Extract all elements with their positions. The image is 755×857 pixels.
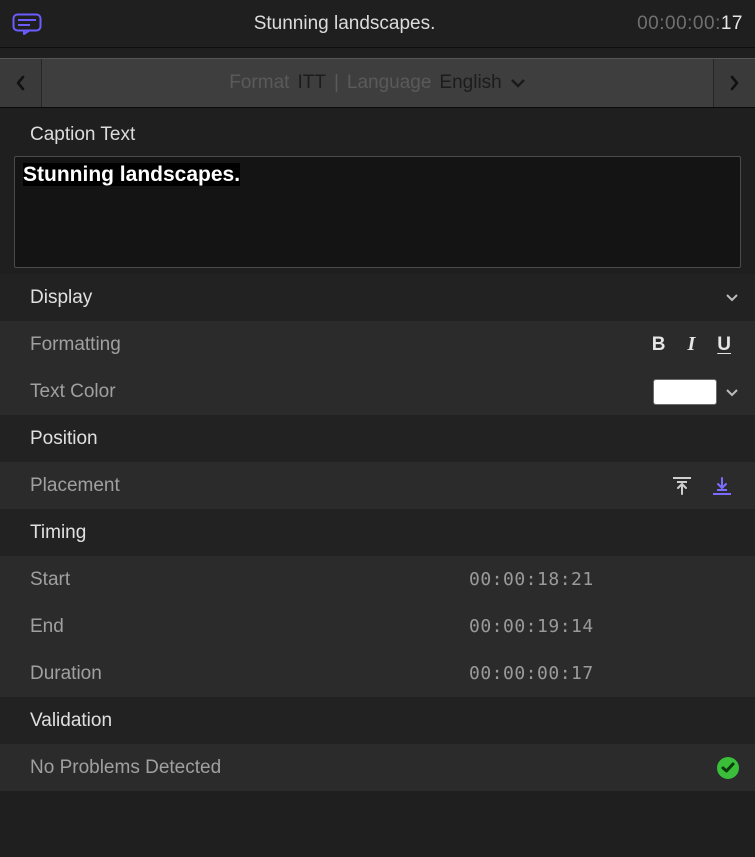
next-caption-button[interactable] <box>713 59 755 107</box>
inspector-header: Stunning landscapes. 00:00:00:17 <box>0 0 755 48</box>
prev-caption-button[interactable] <box>0 59 42 107</box>
italic-button[interactable]: I <box>687 333 695 356</box>
start-timecode-input[interactable] <box>459 564 739 596</box>
timecode-frames: 17 <box>721 13 743 34</box>
text-color-row: Text Color <box>0 368 755 415</box>
formatting-label: Formatting <box>30 334 121 356</box>
language-label: Language <box>347 72 432 94</box>
placement-top-button[interactable] <box>671 476 693 496</box>
start-label: Start <box>30 569 70 591</box>
validation-label: Validation <box>30 710 112 732</box>
duration-timecode-input[interactable] <box>459 658 739 690</box>
text-color-swatch[interactable] <box>653 379 717 405</box>
timing-start-row: Start <box>0 556 755 603</box>
end-label: End <box>30 616 64 638</box>
format-language-dropdown[interactable]: Format ITT | Language English <box>42 59 713 107</box>
validation-section-header: Validation <box>0 697 755 744</box>
language-value: English <box>439 72 501 94</box>
position-label: Position <box>30 428 98 450</box>
timing-label: Timing <box>30 522 86 544</box>
timecode-prefix: 00:00:00: <box>637 13 721 34</box>
text-color-dropdown[interactable] <box>725 381 739 403</box>
validation-ok-icon <box>717 757 739 779</box>
timing-end-row: End <box>0 603 755 650</box>
caption-text-label: Caption Text <box>0 108 755 156</box>
chevron-down-icon <box>510 78 526 88</box>
chevron-down-icon <box>725 293 739 302</box>
display-label: Display <box>30 287 92 309</box>
placement-bottom-button[interactable] <box>711 476 733 496</box>
chevron-down-icon <box>725 388 739 397</box>
timing-section-header: Timing <box>0 509 755 556</box>
text-color-label: Text Color <box>30 381 116 403</box>
validation-status-row: No Problems Detected <box>0 744 755 791</box>
end-timecode-input[interactable] <box>459 611 739 643</box>
placement-row: Placement <box>0 462 755 509</box>
position-section-header: Position <box>0 415 755 462</box>
format-value: ITT <box>297 72 326 94</box>
format-label: Format <box>229 72 289 94</box>
caption-mode-icon[interactable] <box>12 13 52 35</box>
bold-button[interactable]: B <box>652 334 666 356</box>
placement-label: Placement <box>30 475 120 497</box>
underline-button[interactable]: U <box>717 334 731 356</box>
caption-title: Stunning landscapes. <box>52 13 637 35</box>
current-timecode: 00:00:00:17 <box>637 12 743 35</box>
display-section-toggle[interactable]: Display <box>0 274 755 321</box>
caption-nav-bar: Format ITT | Language English <box>0 58 755 108</box>
duration-label: Duration <box>30 663 102 685</box>
formatting-row: Formatting B I U <box>0 321 755 368</box>
timing-duration-row: Duration <box>0 650 755 697</box>
caption-text-input[interactable]: Stunning landscapes. <box>14 156 741 268</box>
validation-status-text: No Problems Detected <box>30 757 221 779</box>
